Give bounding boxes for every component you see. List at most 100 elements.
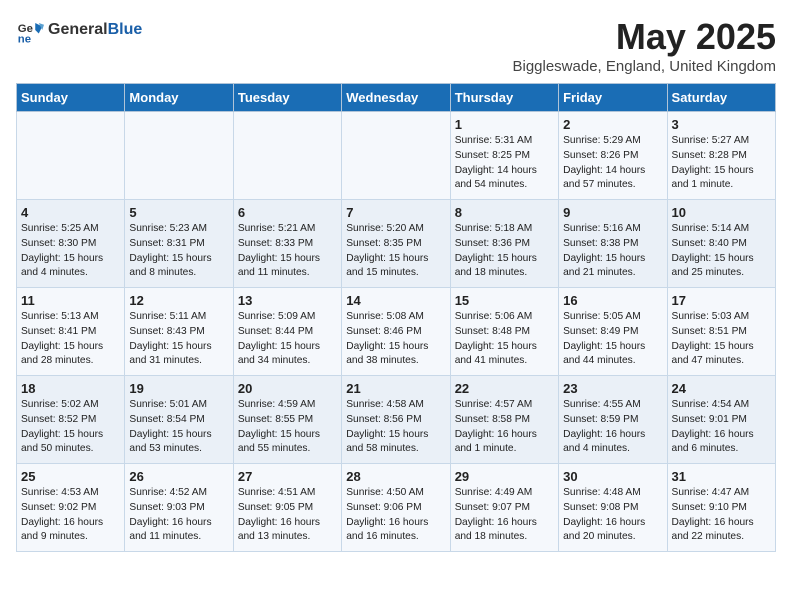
- day-content: Sunrise: 4:53 AM Sunset: 9:02 PM Dayligh…: [21, 486, 120, 545]
- calendar-cell: 20 Sunrise: 4:59 AM Sunset: 8:55 PM Dayli…: [233, 376, 341, 464]
- day-number: 14: [346, 293, 445, 308]
- day-number: 5: [129, 205, 228, 220]
- day-number: 31: [672, 469, 771, 484]
- day-number: 11: [21, 293, 120, 308]
- calendar-cell: 23Sunrise: 4:55 AM Sunset: 8:59 PM Dayli…: [559, 376, 667, 464]
- calendar-cell: [233, 112, 341, 200]
- calendar-cell: 5 Sunrise: 5:23 AM Sunset: 8:31 PM Daylig…: [125, 200, 233, 288]
- day-content: Sunrise: 4:57 AM Sunset: 8:58 PM Dayligh…: [455, 398, 554, 457]
- day-content: Sunrise: 4:51 AM Sunset: 9:05 PM Dayligh…: [238, 486, 337, 545]
- calendar-week-2: 4 Sunrise: 5:25 AM Sunset: 8:30 PM Daylig…: [17, 200, 776, 288]
- day-content: Sunrise: 5:11 AM Sunset: 8:43 PM Dayligh…: [129, 310, 228, 369]
- calendar-cell: 18 Sunrise: 5:02 AM Sunset: 8:52 PM Dayli…: [17, 376, 125, 464]
- day-content: Sunrise: 5:18 AM Sunset: 8:36 PM Dayligh…: [455, 222, 554, 281]
- day-content: Sunrise: 4:58 AM Sunset: 8:56 PM Dayligh…: [346, 398, 445, 457]
- calendar-cell: 6Sunrise: 5:21 AM Sunset: 8:33 PM Daylig…: [233, 200, 341, 288]
- calendar-cell: 12 Sunrise: 5:11 AM Sunset: 8:43 PM Dayli…: [125, 288, 233, 376]
- day-content: Sunrise: 5:09 AM Sunset: 8:44 PM Dayligh…: [238, 310, 337, 369]
- location: Biggleswade, England, United Kingdom: [512, 58, 776, 75]
- day-number: 6: [238, 205, 337, 220]
- calendar-cell: [125, 112, 233, 200]
- logo: Ge ne GeneralBlue: [16, 16, 142, 44]
- logo-blue-text: Blue: [108, 21, 143, 38]
- calendar-cell: 15Sunrise: 5:06 AM Sunset: 8:48 PM Dayli…: [450, 288, 558, 376]
- calendar-cell: 2 Sunrise: 5:29 AM Sunset: 8:26 PM Daylig…: [559, 112, 667, 200]
- day-number: 17: [672, 293, 771, 308]
- calendar-cell: 4 Sunrise: 5:25 AM Sunset: 8:30 PM Daylig…: [17, 200, 125, 288]
- page-header: Ge ne GeneralBlue May 2025 Biggleswade, …: [16, 16, 776, 75]
- weekday-header-row: SundayMondayTuesdayWednesdayThursdayFrid…: [17, 84, 776, 112]
- calendar-cell: 29 Sunrise: 4:49 AM Sunset: 9:07 PM Dayli…: [450, 464, 558, 552]
- day-content: Sunrise: 5:31 AM Sunset: 8:25 PM Dayligh…: [455, 134, 554, 193]
- calendar-cell: 27 Sunrise: 4:51 AM Sunset: 9:05 PM Dayli…: [233, 464, 341, 552]
- day-number: 20: [238, 381, 337, 396]
- day-number: 29: [455, 469, 554, 484]
- weekday-header-friday: Friday: [559, 84, 667, 112]
- svg-text:ne: ne: [18, 33, 31, 44]
- day-number: 23: [563, 381, 662, 396]
- calendar-table: SundayMondayTuesdayWednesdayThursdayFrid…: [16, 83, 776, 552]
- weekday-header-monday: Monday: [125, 84, 233, 112]
- day-content: Sunrise: 4:49 AM Sunset: 9:07 PM Dayligh…: [455, 486, 554, 545]
- day-content: Sunrise: 4:48 AM Sunset: 9:08 PM Dayligh…: [563, 486, 662, 545]
- day-content: Sunrise: 4:50 AM Sunset: 9:06 PM Dayligh…: [346, 486, 445, 545]
- day-number: 25: [21, 469, 120, 484]
- logo-icon: Ge ne: [16, 16, 44, 44]
- day-number: 13: [238, 293, 337, 308]
- day-number: 4: [21, 205, 120, 220]
- day-number: 21: [346, 381, 445, 396]
- logo-general-text: General: [48, 21, 108, 38]
- day-content: Sunrise: 4:52 AM Sunset: 9:03 PM Dayligh…: [129, 486, 228, 545]
- day-number: 8: [455, 205, 554, 220]
- calendar-cell: 24Sunrise: 4:54 AM Sunset: 9:01 PM Dayli…: [667, 376, 775, 464]
- calendar-week-5: 25 Sunrise: 4:53 AM Sunset: 9:02 PM Dayli…: [17, 464, 776, 552]
- calendar-cell: 22 Sunrise: 4:57 AM Sunset: 8:58 PM Dayli…: [450, 376, 558, 464]
- day-number: 22: [455, 381, 554, 396]
- day-content: Sunrise: 5:14 AM Sunset: 8:40 PM Dayligh…: [672, 222, 771, 281]
- day-number: 7: [346, 205, 445, 220]
- calendar-cell: [17, 112, 125, 200]
- calendar-cell: 16Sunrise: 5:05 AM Sunset: 8:49 PM Dayli…: [559, 288, 667, 376]
- day-content: Sunrise: 5:08 AM Sunset: 8:46 PM Dayligh…: [346, 310, 445, 369]
- calendar-cell: 7 Sunrise: 5:20 AM Sunset: 8:35 PM Daylig…: [342, 200, 450, 288]
- calendar-cell: 25 Sunrise: 4:53 AM Sunset: 9:02 PM Dayli…: [17, 464, 125, 552]
- month-title: May 2025: [512, 16, 776, 58]
- weekday-header-thursday: Thursday: [450, 84, 558, 112]
- day-number: 28: [346, 469, 445, 484]
- day-number: 1: [455, 117, 554, 132]
- day-content: Sunrise: 5:25 AM Sunset: 8:30 PM Dayligh…: [21, 222, 120, 281]
- weekday-header-tuesday: Tuesday: [233, 84, 341, 112]
- title-block: May 2025 Biggleswade, England, United Ki…: [512, 16, 776, 75]
- day-number: 10: [672, 205, 771, 220]
- day-number: 2: [563, 117, 662, 132]
- day-number: 30: [563, 469, 662, 484]
- day-content: Sunrise: 5:23 AM Sunset: 8:31 PM Dayligh…: [129, 222, 228, 281]
- day-content: Sunrise: 4:59 AM Sunset: 8:55 PM Dayligh…: [238, 398, 337, 457]
- day-number: 9: [563, 205, 662, 220]
- calendar-cell: 17Sunrise: 5:03 AM Sunset: 8:51 PM Dayli…: [667, 288, 775, 376]
- calendar-cell: 14 Sunrise: 5:08 AM Sunset: 8:46 PM Dayli…: [342, 288, 450, 376]
- day-number: 27: [238, 469, 337, 484]
- day-number: 19: [129, 381, 228, 396]
- day-content: Sunrise: 5:16 AM Sunset: 8:38 PM Dayligh…: [563, 222, 662, 281]
- calendar-week-3: 11 Sunrise: 5:13 AM Sunset: 8:41 PM Dayli…: [17, 288, 776, 376]
- day-content: Sunrise: 5:02 AM Sunset: 8:52 PM Dayligh…: [21, 398, 120, 457]
- weekday-header-saturday: Saturday: [667, 84, 775, 112]
- day-number: 12: [129, 293, 228, 308]
- day-number: 26: [129, 469, 228, 484]
- day-content: Sunrise: 5:29 AM Sunset: 8:26 PM Dayligh…: [563, 134, 662, 193]
- day-content: Sunrise: 5:20 AM Sunset: 8:35 PM Dayligh…: [346, 222, 445, 281]
- calendar-week-1: 1 Sunrise: 5:31 AM Sunset: 8:25 PM Daylig…: [17, 112, 776, 200]
- calendar-cell: 9 Sunrise: 5:16 AM Sunset: 8:38 PM Daylig…: [559, 200, 667, 288]
- day-number: 18: [21, 381, 120, 396]
- calendar-cell: 21 Sunrise: 4:58 AM Sunset: 8:56 PM Dayli…: [342, 376, 450, 464]
- day-number: 15: [455, 293, 554, 308]
- calendar-cell: [342, 112, 450, 200]
- weekday-header-sunday: Sunday: [17, 84, 125, 112]
- calendar-cell: 3Sunrise: 5:27 AM Sunset: 8:28 PM Daylig…: [667, 112, 775, 200]
- calendar-cell: 31Sunrise: 4:47 AM Sunset: 9:10 PM Dayli…: [667, 464, 775, 552]
- calendar-cell: 26 Sunrise: 4:52 AM Sunset: 9:03 PM Dayli…: [125, 464, 233, 552]
- day-number: 16: [563, 293, 662, 308]
- calendar-cell: 30 Sunrise: 4:48 AM Sunset: 9:08 PM Dayli…: [559, 464, 667, 552]
- day-content: Sunrise: 5:13 AM Sunset: 8:41 PM Dayligh…: [21, 310, 120, 369]
